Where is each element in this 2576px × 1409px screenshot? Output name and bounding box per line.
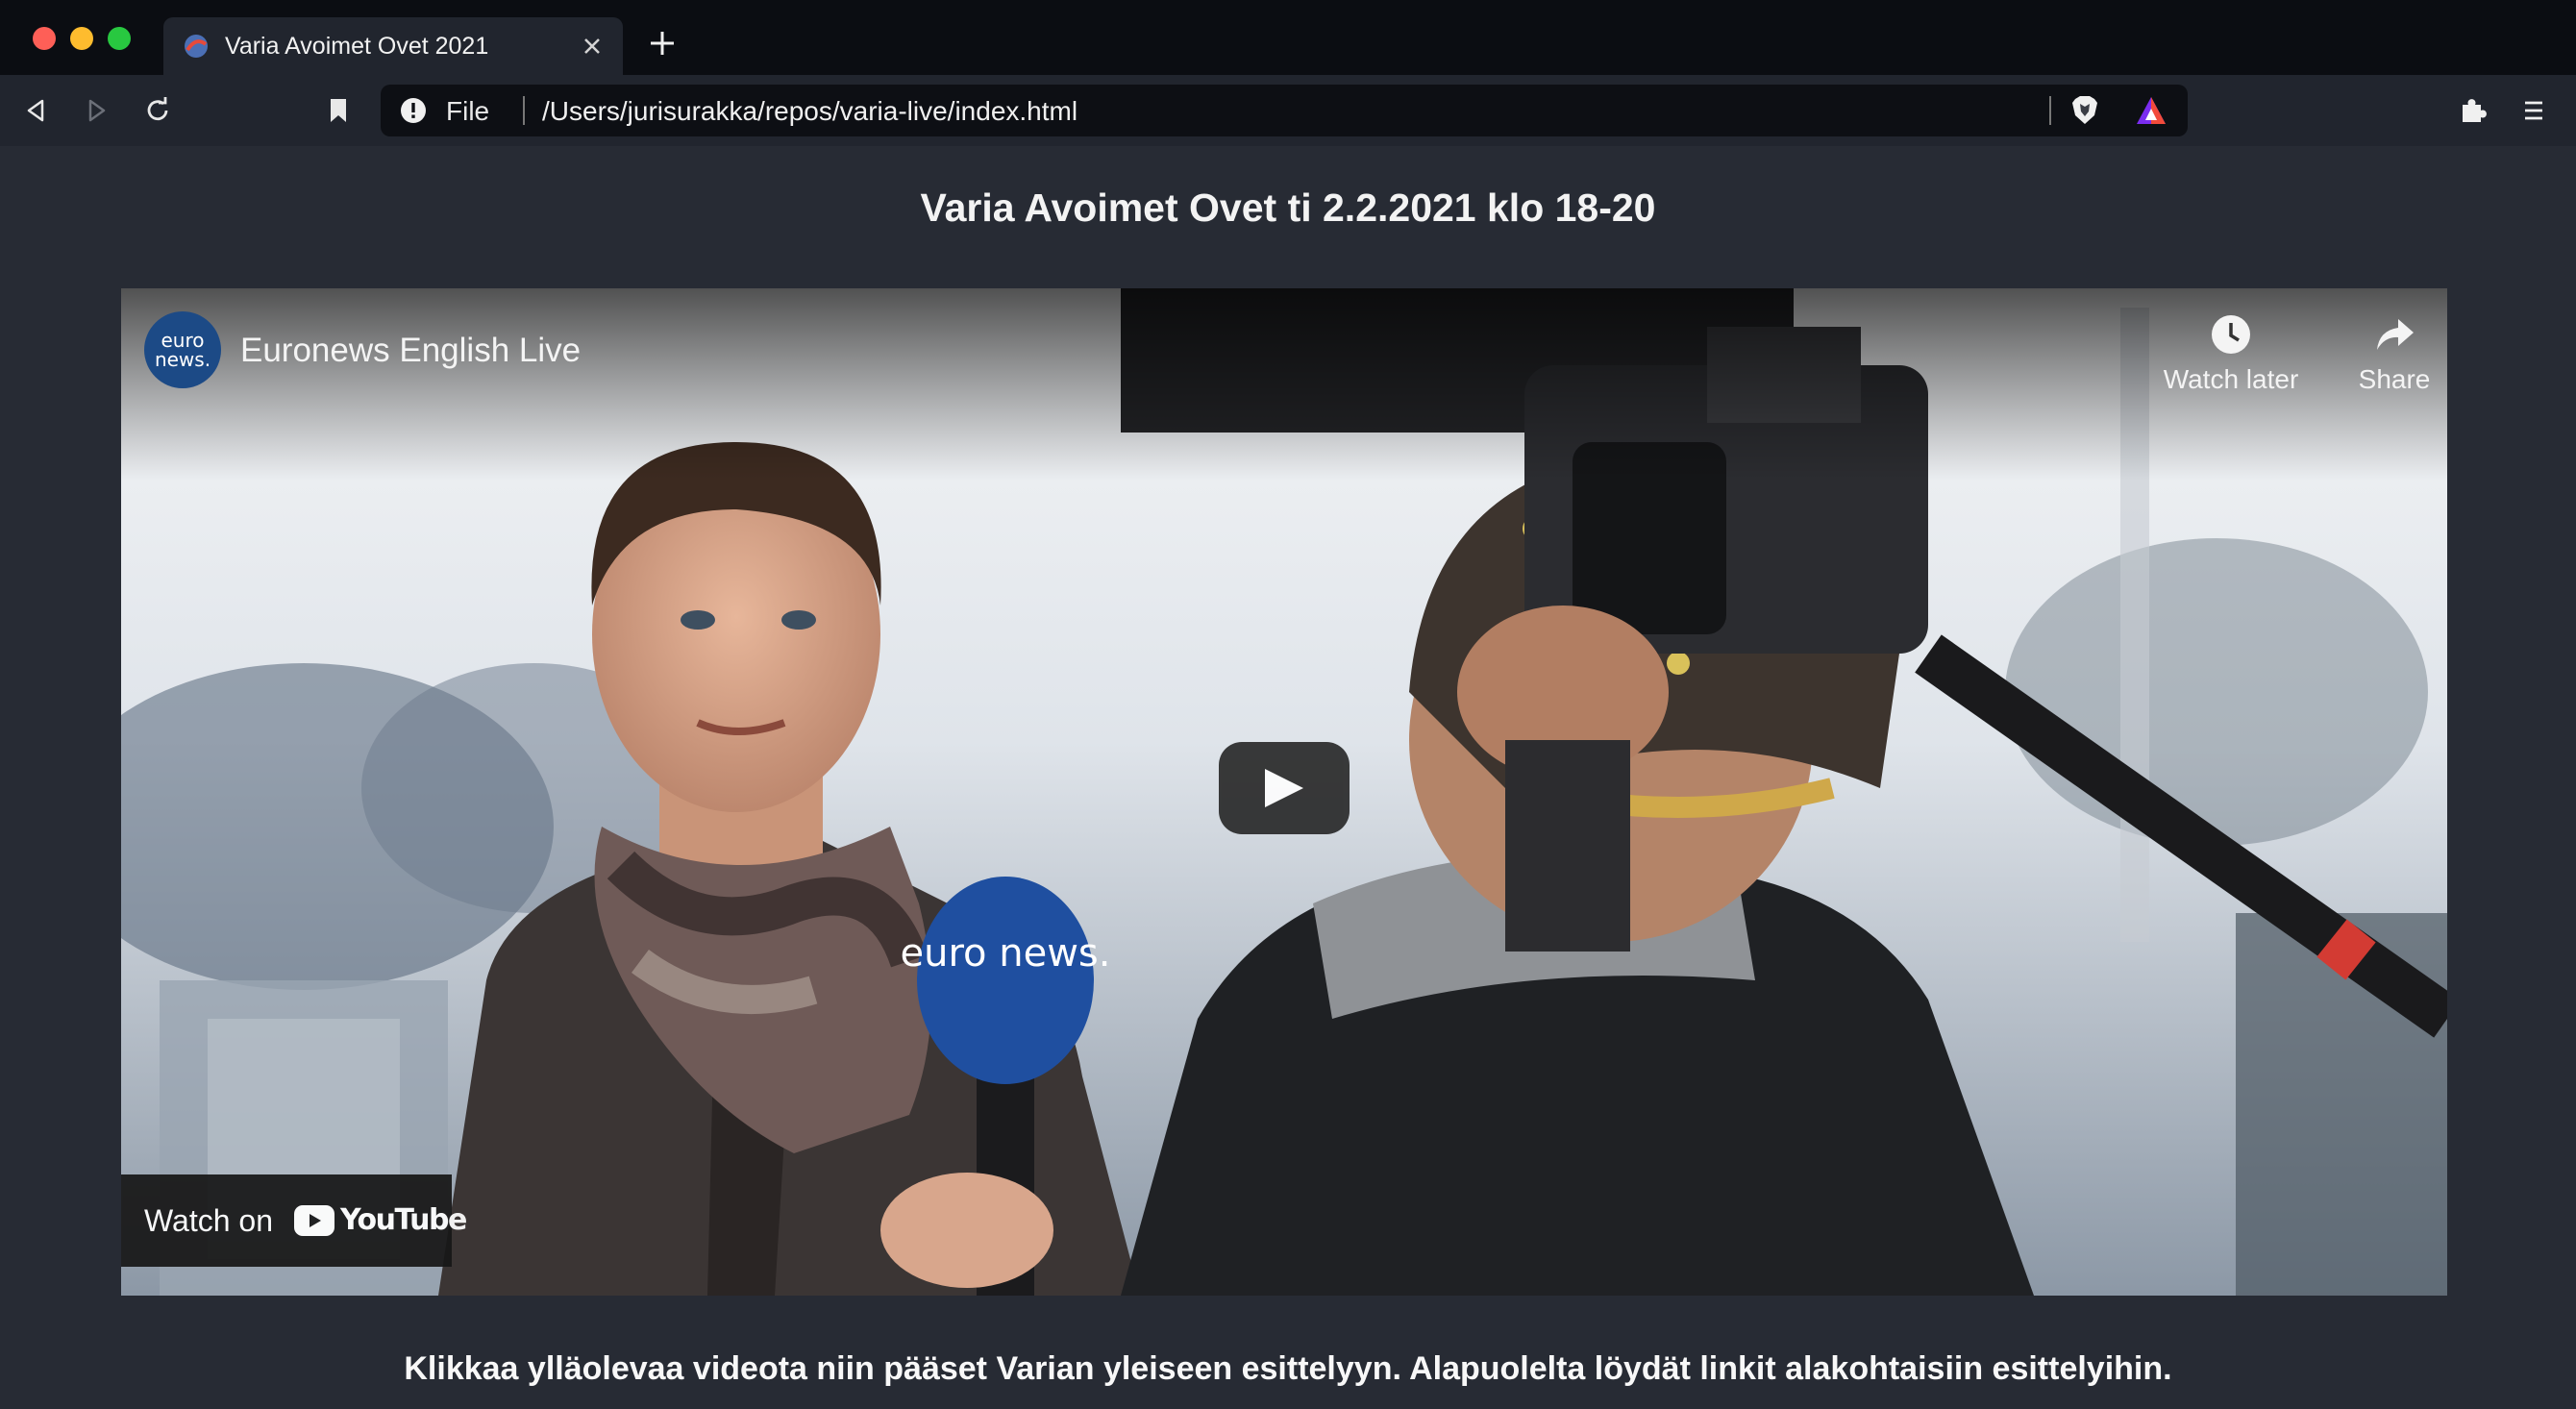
share-button[interactable]: Share — [2322, 313, 2447, 396]
info-icon[interactable] — [400, 97, 427, 124]
watch-on-youtube-button[interactable]: Watch on YouTube — [121, 1174, 467, 1267]
address-bar[interactable]: File /Users/jurisurakka/repos/varia-live… — [381, 85, 2188, 136]
tab-title: Varia Avoimet Ovet 2021 — [225, 33, 489, 60]
tab-strip: Varia Avoimet Ovet 2021 — [0, 0, 2576, 75]
watch-later-button[interactable]: Watch later — [2130, 313, 2332, 396]
close-tab-icon[interactable] — [579, 33, 606, 60]
window-minimize-button[interactable] — [70, 27, 93, 50]
watch-later-label: Watch later — [2163, 364, 2299, 394]
brave-shields-icon[interactable] — [2068, 94, 2101, 127]
back-icon[interactable] — [21, 95, 52, 126]
window-maximize-button[interactable] — [108, 27, 131, 50]
microphone-logo-text: euro news. — [901, 931, 1111, 976]
share-label: Share — [2358, 364, 2431, 394]
video-top-gradient — [121, 288, 2447, 481]
video-title-link[interactable]: Euronews English Live — [240, 331, 581, 371]
youtube-logo: YouTube — [294, 1203, 467, 1238]
page-title: Varia Avoimet Ovet ti 2.2.2021 klo 18-20 — [920, 185, 1656, 230]
reload-icon[interactable] — [142, 95, 173, 126]
new-tab-icon[interactable] — [648, 29, 677, 58]
play-button[interactable] — [1219, 742, 1350, 834]
watch-on-label: Watch on — [144, 1203, 273, 1238]
page-favicon-icon — [185, 35, 208, 58]
tab-varia[interactable]: Varia Avoimet Ovet 2021 — [163, 17, 623, 75]
channel-avatar[interactable]: euro news. — [144, 311, 221, 388]
brave-rewards-icon[interactable] — [2134, 94, 2168, 127]
clock-icon — [2212, 315, 2250, 354]
forward-icon[interactable] — [81, 95, 111, 126]
url-divider — [2049, 96, 2051, 125]
intro-paragraph: Klikkaa ylläolevaa videota niin pääset V… — [404, 1350, 2172, 1387]
url-text[interactable]: /Users/jurisurakka/repos/varia-live/inde… — [542, 97, 1077, 126]
youtube-play-icon — [294, 1205, 334, 1236]
browser-toolbar: File /Users/jurisurakka/repos/varia-live… — [0, 75, 2576, 146]
page-content: Varia Avoimet Ovet ti 2.2.2021 klo 18-20 — [0, 146, 2576, 1409]
url-scheme-label: File — [446, 96, 490, 126]
browser-window: Varia Avoimet Ovet 2021 File /Users/juri… — [0, 0, 2576, 1409]
channel-logo-text: euro news. — [154, 329, 211, 371]
play-icon — [1265, 769, 1303, 807]
menu-icon[interactable] — [2518, 95, 2549, 126]
extensions-icon[interactable] — [2457, 95, 2488, 126]
youtube-video-embed[interactable]: euro news. euro news. Euronews English L… — [121, 288, 2447, 1296]
share-arrow-icon — [2377, 319, 2414, 350]
window-close-button[interactable] — [33, 27, 56, 50]
url-divider — [523, 96, 525, 125]
bookmark-icon[interactable] — [323, 95, 354, 126]
youtube-wordmark: YouTube — [340, 1203, 467, 1237]
